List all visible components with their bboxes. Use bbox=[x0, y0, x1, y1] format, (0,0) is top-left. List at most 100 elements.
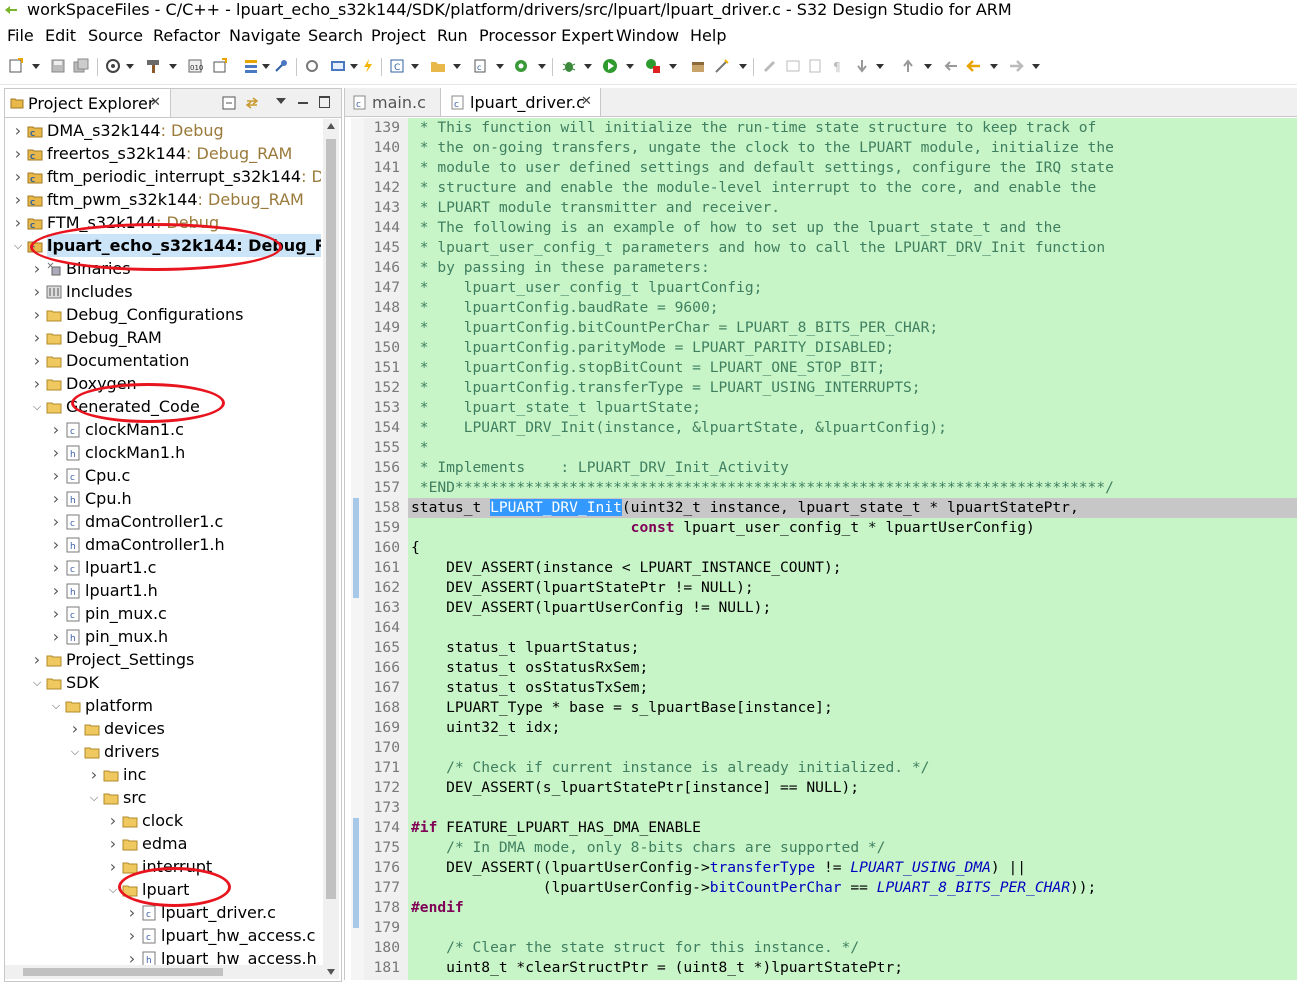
code-line[interactable]: { bbox=[411, 538, 420, 558]
expanded-chevron-icon[interactable]: ⌵ bbox=[89, 786, 99, 809]
tree-item[interactable]: › clock bbox=[5, 809, 321, 832]
collapsed-chevron-icon[interactable]: › bbox=[51, 464, 61, 487]
tree-item[interactable]: › h pin_mux.h bbox=[5, 625, 321, 648]
collapsed-chevron-icon[interactable]: › bbox=[127, 924, 137, 947]
show-whitespace-icon[interactable]: ¶ bbox=[830, 58, 846, 74]
code-line[interactable]: uint8_t *clearStructPtr = (uint8_t *)lpu… bbox=[411, 958, 903, 978]
tab-main-c[interactable]: c main.c bbox=[345, 88, 436, 116]
stack-icon[interactable] bbox=[243, 58, 259, 74]
menu-search[interactable]: Search bbox=[308, 26, 363, 45]
collapsed-chevron-icon[interactable]: › bbox=[32, 303, 42, 326]
code-line[interactable]: * structure and enable the module-level … bbox=[411, 178, 1097, 198]
tree-item[interactable]: › c clockMan1.c bbox=[5, 418, 321, 441]
collapsed-chevron-icon[interactable]: › bbox=[51, 487, 61, 510]
code-line[interactable]: * LPUART_DRV_Init(instance, &lpuartState… bbox=[411, 418, 947, 438]
menu-file[interactable]: File bbox=[7, 26, 34, 45]
code-line[interactable]: status_t lpuartStatus; bbox=[411, 638, 639, 658]
menu-refactor[interactable]: Refactor bbox=[153, 26, 220, 45]
tree-item[interactable]: › edma bbox=[5, 832, 321, 855]
run-dropdown-icon[interactable] bbox=[626, 64, 634, 69]
collapsed-chevron-icon[interactable]: › bbox=[70, 717, 80, 740]
new-source-dropdown-icon[interactable] bbox=[496, 64, 504, 69]
collapsed-chevron-icon[interactable]: › bbox=[13, 142, 23, 165]
tree-item[interactable]: › interrupt bbox=[5, 855, 321, 878]
tab-lpuart-driver-c[interactable]: c lpuart_driver.c ✕ bbox=[440, 88, 601, 116]
code-line[interactable]: * The following is an example of how to … bbox=[411, 218, 1061, 238]
tree-item[interactable]: › Cftm_periodic_interrupt_s32k144: Deb bbox=[5, 165, 321, 188]
code-line[interactable]: DEV_ASSERT(s_lpuartStatePtr[instance] ==… bbox=[411, 778, 859, 798]
tree-item[interactable]: › c lpuart_driver.c bbox=[5, 901, 321, 924]
new-class-icon[interactable]: C bbox=[389, 58, 405, 74]
code-line[interactable]: DEV_ASSERT((lpuartUserConfig->transferTy… bbox=[411, 858, 1026, 878]
debug-icon[interactable] bbox=[561, 58, 577, 74]
scroll-thumb[interactable] bbox=[326, 139, 336, 899]
code-line[interactable]: * LPUART module transmitter and receiver… bbox=[411, 198, 780, 218]
tree-item[interactable]: › C DMA_s32k144: Debug bbox=[5, 119, 321, 142]
menu-processor-expert[interactable]: Processor Expert bbox=[479, 26, 614, 45]
menu-edit[interactable]: Edit bbox=[45, 26, 76, 45]
tree-item[interactable]: › h dmaController1.h bbox=[5, 533, 321, 556]
tree-item[interactable]: › Binaries bbox=[5, 257, 321, 280]
code-line[interactable]: * lpuart_user_config_t parameters and ho… bbox=[411, 238, 1105, 258]
tree-item[interactable]: ⌵ Clpuart_echo_s32k144: Debug_RAM bbox=[5, 234, 321, 257]
collapsed-chevron-icon[interactable]: › bbox=[51, 579, 61, 602]
new-dropdown-icon[interactable] bbox=[32, 64, 40, 69]
collapsed-chevron-icon[interactable]: › bbox=[32, 648, 42, 671]
wand-icon[interactable] bbox=[714, 58, 730, 74]
build-settings-icon[interactable] bbox=[105, 58, 121, 74]
code-line[interactable]: DEV_ASSERT(instance < LPUART_INSTANCE_CO… bbox=[411, 558, 841, 578]
collapsed-chevron-icon[interactable]: › bbox=[51, 510, 61, 533]
run-config-dropdown-icon[interactable] bbox=[538, 64, 546, 69]
code-line[interactable]: LPUART_Type * base = s_lpuartBase[instan… bbox=[411, 698, 833, 718]
code-line[interactable]: (lpuartUserConfig->bitCountPerChar == LP… bbox=[411, 878, 1097, 898]
debug-dropdown-icon[interactable] bbox=[584, 64, 592, 69]
code-line[interactable]: status_t osStatusRxSem; bbox=[411, 658, 648, 678]
explorer-horizontal-scrollbar[interactable] bbox=[5, 965, 323, 979]
code-line[interactable]: * bbox=[411, 438, 429, 458]
view-menu-icon[interactable] bbox=[276, 98, 286, 104]
wand-dropdown-icon[interactable] bbox=[739, 64, 747, 69]
menu-run[interactable]: Run bbox=[437, 26, 468, 45]
code-line[interactable]: DEV_ASSERT(lpuartStatePtr != NULL); bbox=[411, 578, 754, 598]
code-line[interactable]: DEV_ASSERT(lpuartUserConfig != NULL); bbox=[411, 598, 771, 618]
tree-item[interactable]: ⌵ SDK bbox=[5, 671, 321, 694]
tree-item[interactable]: › Cfreertos_s32k144: Debug_RAM bbox=[5, 142, 321, 165]
forward-dropdown-icon[interactable] bbox=[1032, 64, 1040, 69]
pin-icon[interactable] bbox=[273, 58, 289, 74]
collapsed-chevron-icon[interactable]: › bbox=[108, 832, 118, 855]
back-dropdown-icon[interactable] bbox=[990, 64, 998, 69]
tree-item[interactable]: › h clockMan1.h bbox=[5, 441, 321, 464]
collapsed-chevron-icon[interactable]: › bbox=[32, 280, 42, 303]
expanded-chevron-icon[interactable]: ⌵ bbox=[13, 234, 23, 257]
close-icon[interactable]: ✕ bbox=[150, 95, 161, 110]
scroll-up-icon[interactable] bbox=[327, 123, 335, 129]
menu-navigate[interactable]: Navigate bbox=[229, 26, 301, 45]
tree-item[interactable]: › h Cpu.h bbox=[5, 487, 321, 510]
tree-item[interactable]: › Project_Settings bbox=[5, 648, 321, 671]
tree-item[interactable]: › C FTM_s32k144: Debug bbox=[5, 211, 321, 234]
menu-help[interactable]: Help bbox=[690, 26, 726, 45]
last-edit-icon[interactable] bbox=[943, 58, 959, 74]
collapsed-chevron-icon[interactable]: › bbox=[32, 257, 42, 280]
code-line[interactable]: * This function will initialize the run-… bbox=[411, 118, 1097, 138]
expanded-chevron-icon[interactable]: ⌵ bbox=[70, 740, 80, 763]
tree-item[interactable]: › Doxygen bbox=[5, 372, 321, 395]
save-all-icon[interactable] bbox=[73, 58, 89, 74]
binary-icon[interactable]: 010 bbox=[187, 58, 203, 74]
expanded-chevron-icon[interactable]: ⌵ bbox=[108, 878, 118, 901]
tree-item[interactable]: › c lpuart1.c bbox=[5, 556, 321, 579]
code-line[interactable]: * module to user defined settings and de… bbox=[411, 158, 1114, 178]
collapsed-chevron-icon[interactable]: › bbox=[32, 372, 42, 395]
link-with-editor-icon[interactable] bbox=[245, 96, 259, 110]
code-line[interactable]: * lpuartConfig.transferType = LPUART_USI… bbox=[411, 378, 921, 398]
collapsed-chevron-icon[interactable]: › bbox=[127, 901, 137, 924]
collapsed-chevron-icon[interactable]: › bbox=[108, 855, 118, 878]
run-config-icon[interactable] bbox=[513, 58, 529, 74]
close-icon[interactable]: ✕ bbox=[581, 94, 592, 109]
tree-item[interactable]: › Documentation bbox=[5, 349, 321, 372]
code-line[interactable]: status_t LPUART_DRV_Init(uint32_t instan… bbox=[411, 498, 1079, 518]
prev-annotation-icon[interactable] bbox=[900, 58, 916, 74]
code-line[interactable]: * lpuartConfig.bitCountPerChar = LPUART_… bbox=[411, 318, 938, 338]
code-line[interactable]: * lpuartConfig.baudRate = 9600; bbox=[411, 298, 719, 318]
collapsed-chevron-icon[interactable]: › bbox=[13, 119, 23, 142]
